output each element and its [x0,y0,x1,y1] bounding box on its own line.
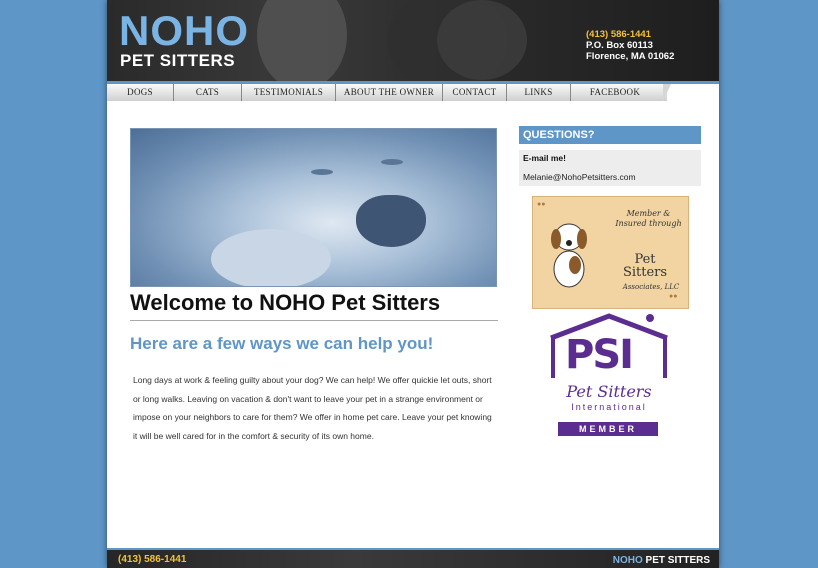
hero-dog-photo [130,128,497,287]
nav-item-links[interactable]: LINKS [507,84,571,101]
email-label: E-mail me! [523,153,566,163]
footer-logo-main: NOHO [612,555,643,566]
questions-box: E-mail me! Melanie@NohoPetsitters.com [519,150,701,186]
footer: (413) 586-1441 NOHO PET SITTERS [107,550,719,568]
title-divider [130,320,498,321]
footer-logo-sub: PET SITTERS [645,555,710,566]
psa-name2: Sitters [622,265,668,280]
footer-phone: (413) 586-1441 [118,554,187,565]
page-title: Welcome to NOHO Pet Sitters [130,290,441,315]
nav-item-about-the-owner[interactable]: ABOUT THE OWNER [336,84,443,101]
psi-letters: PSI [565,332,634,378]
nav-item-facebook[interactable]: FACEBOOK [571,84,659,101]
psa-line2: Insured through [615,219,682,228]
pet-sitters-associates-badge[interactable]: ●● ●● Member & Insured through Pet Sitte… [532,196,689,309]
nav-end-cap [663,84,671,101]
header-city: Florence, MA 01062 [586,51,675,62]
site-logo[interactable]: NOHO [119,10,249,52]
header-po-box: P.O. Box 60113 [586,40,653,51]
header-phone: (413) 586-1441 [586,29,651,40]
questions-heading: QUESTIONS? [519,126,701,144]
dog-paw [211,229,331,286]
dog-nose [356,195,426,247]
page-subtitle: Here are a few ways we can help you! [130,334,434,353]
psi-member-label: MEMBER [558,422,658,436]
dog-eye [311,169,333,175]
psa-name: Pet Sitters [603,253,687,279]
beagle-icon [551,223,587,288]
pet-sitters-international-badge[interactable]: PSI Pet Sitters International MEMBER [547,312,671,438]
header-dog-image [437,0,527,80]
nav-item-contact[interactable]: CONTACT [443,84,507,101]
header: NOHO PET SITTERS (413) 586-1441 P.O. Box… [107,0,719,82]
page-container: NOHO PET SITTERS (413) 586-1441 P.O. Box… [107,0,719,568]
nav-item-dogs[interactable]: DOGS [107,84,174,101]
psa-member-text: Member & Insured through [611,209,686,229]
site-logo-subtitle[interactable]: PET SITTERS [120,51,235,71]
dog-eye [381,159,403,165]
psa-suffix: Associates, LLC [622,283,680,291]
paw-print-icon: ●● [669,293,678,300]
main-nav: DOGS CATS TESTIMONIALS ABOUT THE OWNER C… [107,84,667,101]
nav-item-cats[interactable]: CATS [174,84,242,101]
intro-paragraph: Long days at work & feeling guilty about… [133,375,492,442]
footer-logo: NOHO PET SITTERS [613,555,710,566]
psa-line1: Member & [626,209,671,218]
header-contact: (413) 586-1441 P.O. Box 60113 Florence, … [586,29,674,62]
psi-name: Pet Sitters [566,382,652,401]
paw-print-icon: ●● [537,201,546,208]
email-link[interactable]: Melanie@NohoPetsitters.com [523,172,636,182]
psi-intl: International [571,402,647,412]
header-dog-image [257,0,347,82]
nav-item-testimonials[interactable]: TESTIMONIALS [242,84,336,101]
